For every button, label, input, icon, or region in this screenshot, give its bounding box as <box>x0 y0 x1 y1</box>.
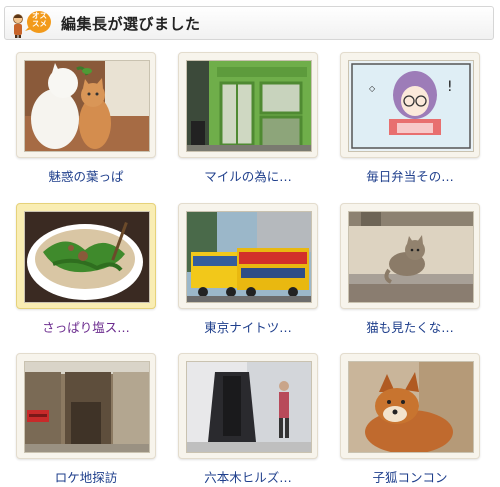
photo-caption-link[interactable]: 毎日弁当その… <box>330 166 490 185</box>
photo-green-shop-front <box>186 60 312 152</box>
thumbnail-frame[interactable] <box>178 353 318 459</box>
photo-caption-link[interactable]: 六本木ヒルズ… <box>168 467 328 486</box>
recommended-photo-grid: 魅惑の葉っぱ マイルの為に… ! ◇ 毎日弁当その… さっぱり塩ス… 東京ナイト… <box>0 0 500 487</box>
photo-caption-link[interactable]: 魅惑の葉っぱ <box>6 166 166 185</box>
photo-caption-link[interactable]: 東京ナイトツ… <box>168 317 328 336</box>
photo-caption-link[interactable]: 子狐コンコン <box>330 467 490 486</box>
photo-fox-cub <box>348 361 474 453</box>
svg-text:!: ! <box>447 79 453 95</box>
thumbnail-frame[interactable] <box>16 353 156 459</box>
photo-caption-link[interactable]: さっぱり塩ス… <box>6 317 166 336</box>
svg-text:◇: ◇ <box>369 84 376 93</box>
thumbnail-frame[interactable] <box>340 353 480 459</box>
thumbnail-frame-selected[interactable] <box>16 203 156 309</box>
photo-old-alley-red-mailbox <box>24 361 150 453</box>
thumbnail-frame[interactable] <box>178 203 318 309</box>
photo-roppongi-hills <box>186 361 312 453</box>
photo-cat-on-ledge <box>348 211 474 303</box>
photo-salt-noodle-soup <box>24 211 150 303</box>
photo-caption-link[interactable]: マイルの為に… <box>168 166 328 185</box>
photo-cats-with-leaves <box>24 60 150 152</box>
thumbnail-frame[interactable] <box>178 52 318 158</box>
photo-manga-drawing: ! ◇ <box>348 60 474 152</box>
thumbnail-frame[interactable] <box>16 52 156 158</box>
thumbnail-frame[interactable] <box>340 203 480 309</box>
thumbnail-frame[interactable]: ! ◇ <box>340 52 480 158</box>
photo-caption-link[interactable]: 猫も見たくな… <box>330 317 490 336</box>
photo-caption-link[interactable]: ロケ地探訪 <box>6 467 166 486</box>
photo-hato-bus <box>186 211 312 303</box>
